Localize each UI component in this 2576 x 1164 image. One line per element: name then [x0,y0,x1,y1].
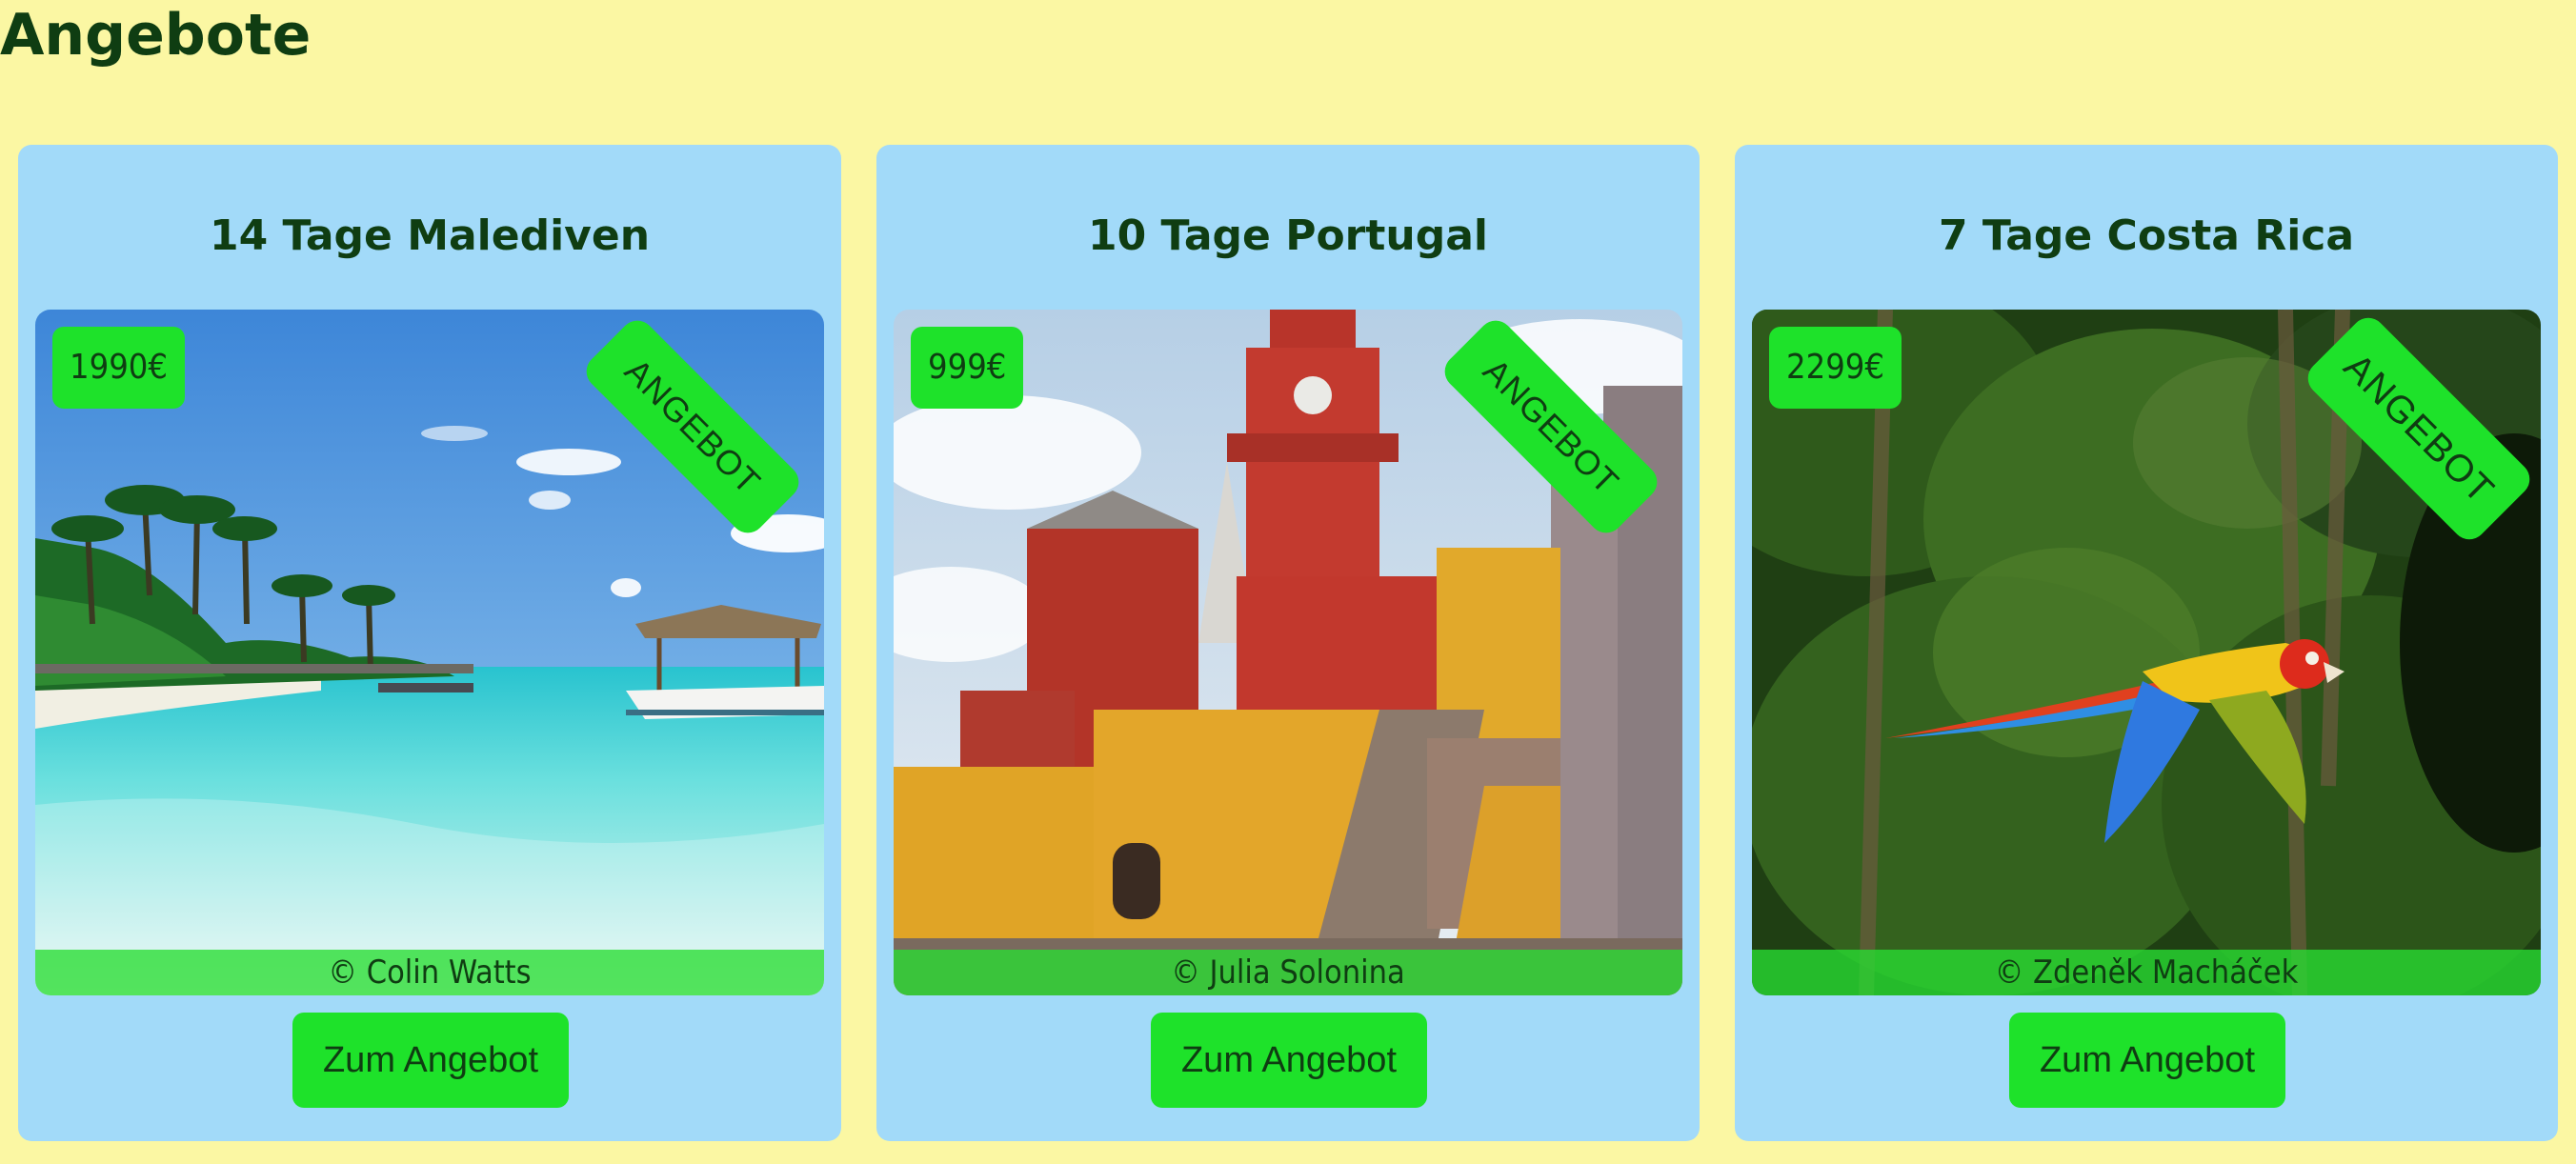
offer-title: 14 Tage Malediven [209,211,651,260]
offer-photo: 2299€ ANGEBOT © Zdeněk Macháček [1752,310,2541,995]
photo-credit: © Colin Watts [35,950,824,995]
photo-credit: © Julia Solonina [894,950,1682,995]
page: Angebote 14 Tage Malediven 1990€ ANGEBOT… [0,0,2576,1164]
offer-cards: 14 Tage Malediven 1990€ ANGEBOT © Colin … [18,145,2558,1141]
offer-photo: 1990€ ANGEBOT © Colin Watts [35,310,824,995]
offer-card-maldives: 14 Tage Malediven 1990€ ANGEBOT © Colin … [18,145,841,1141]
offer-card-costa-rica: 7 Tage Costa Rica 2299€ ANGEBOT © Zdeněk… [1735,145,2558,1141]
offer-photo: 999€ ANGEBOT © Julia Solonina [894,310,1682,995]
photo-credit: © Zdeněk Macháček [1752,950,2541,995]
offer-card-portugal: 10 Tage Portugal 999€ ANGEBOT © Julia So… [876,145,1700,1141]
offer-button-maldives[interactable]: Zum Angebot [292,1013,569,1108]
price-badge: 2299€ [1769,327,1902,409]
offer-button-costa-rica[interactable]: Zum Angebot [2009,1013,2285,1108]
page-title: Angebote [0,2,312,69]
price-badge: 1990€ [52,327,186,409]
offer-title: 7 Tage Costa Rica [1938,211,2355,260]
price-badge: 999€ [911,327,1024,409]
offer-button-portugal[interactable]: Zum Angebot [1151,1013,1427,1108]
offer-title: 10 Tage Portugal [1087,211,1489,260]
